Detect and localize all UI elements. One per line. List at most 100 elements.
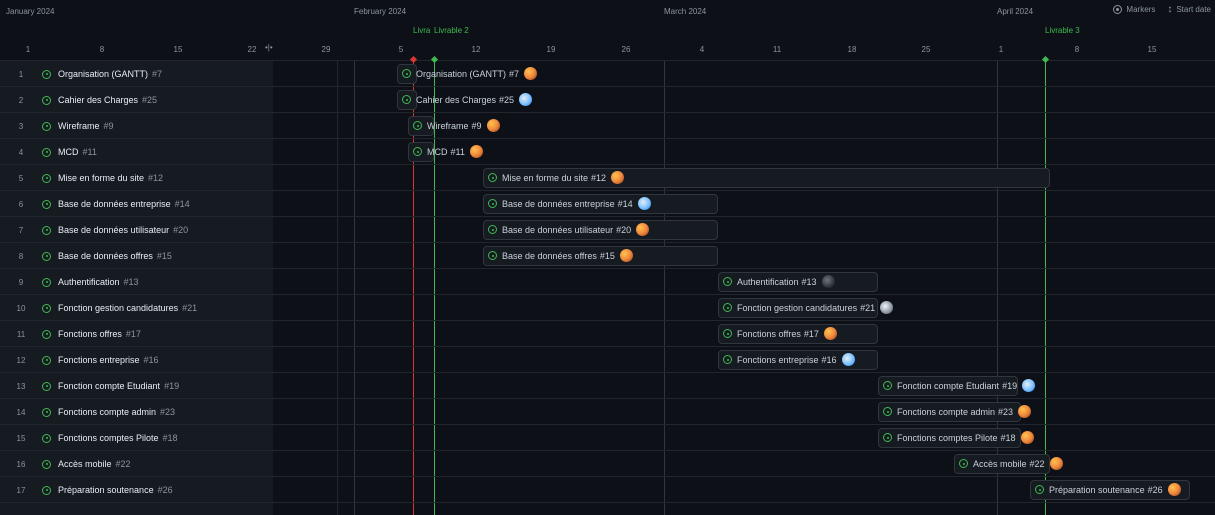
bar-issue-number: #23	[998, 406, 1014, 417]
avatar[interactable]	[1020, 431, 1034, 444]
table-row[interactable]: 13 Fonction compte Etudiant #19 Fonction…	[0, 373, 1215, 399]
table-row[interactable]: 11 Fonctions offres #17 Fonctions offres…	[0, 321, 1215, 347]
open-issue-icon	[42, 407, 51, 417]
gantt-bar-label[interactable]: Fonction gestion candidatures #21	[723, 301, 894, 314]
gantt-bar-label[interactable]: Organisation (GANTT) #7	[402, 67, 538, 80]
task-list-item[interactable]: 14 Fonctions compte admin #23	[0, 399, 273, 425]
table-row[interactable]: 14 Fonctions compte admin #23 Fonctions …	[0, 399, 1215, 425]
avatar[interactable]	[841, 353, 855, 366]
avatar[interactable]	[519, 93, 533, 106]
gantt-bar-label[interactable]: Fonctions offres #17	[723, 327, 837, 340]
gantt-bar-label[interactable]: Cahier des Charges #25	[402, 93, 533, 106]
gantt-bar-label[interactable]: Wireframe #9	[413, 119, 500, 132]
task-title[interactable]: Fonction gestion candidatures	[58, 303, 178, 313]
marker-label-livrable-1[interactable]: Livra	[413, 26, 433, 35]
task-list-item[interactable]: 7 Base de données utilisateur #20	[0, 217, 273, 243]
bar-task-title: Base de données entreprise	[502, 198, 615, 209]
gantt-bar-label[interactable]: Authentification #13	[723, 275, 835, 288]
table-row[interactable]: 17 Préparation soutenance #26 Préparatio…	[0, 477, 1215, 503]
gantt-bar-label[interactable]: Fonctions compte admin #23	[883, 405, 1032, 418]
task-title[interactable]: Base de données offres	[58, 251, 153, 261]
task-list-item[interactable]: 8 Base de données offres #15	[0, 243, 273, 269]
gantt-bar-label[interactable]: Base de données offres #15	[488, 249, 633, 262]
task-list-item[interactable]: 17 Préparation soutenance #26	[0, 477, 273, 503]
marker-label-livrable-2[interactable]: Livrable 2	[434, 26, 469, 35]
avatar[interactable]	[823, 327, 837, 340]
avatar[interactable]	[1167, 483, 1181, 496]
gantt-bar-label[interactable]: Base de données entreprise #14	[488, 197, 651, 210]
task-list-item[interactable]: 3 Wireframe #9	[0, 113, 273, 139]
task-list-item[interactable]: 15 Fonctions comptes Pilote #18	[0, 425, 273, 451]
task-title[interactable]: Accès mobile	[58, 459, 112, 469]
task-title[interactable]: Authentification	[58, 277, 120, 287]
table-row[interactable]: 15 Fonctions comptes Pilote #18 Fonction…	[0, 425, 1215, 451]
avatar[interactable]	[1049, 457, 1063, 470]
markers-label: Markers	[1126, 5, 1156, 14]
row-number: 4	[18, 147, 24, 157]
table-row[interactable]: 4 MCD #11 MCD #11	[0, 139, 1215, 165]
task-list-item[interactable]: 5 Mise en forme du site #12	[0, 165, 273, 191]
gantt-bar-label[interactable]: Accès mobile #22	[959, 457, 1063, 470]
task-title[interactable]: Mise en forme du site	[58, 173, 144, 183]
table-row[interactable]: 10 Fonction gestion candidatures #21 Fon…	[0, 295, 1215, 321]
task-list-item[interactable]: 6 Base de données entreprise #14	[0, 191, 273, 217]
task-title[interactable]: Fonctions offres	[58, 329, 122, 339]
avatar[interactable]	[469, 145, 483, 158]
avatar[interactable]	[486, 119, 500, 132]
table-row[interactable]: 2 Cahier des Charges #25 Cahier des Char…	[0, 87, 1215, 113]
task-list-item[interactable]: 10 Fonction gestion candidatures #21	[0, 295, 273, 321]
task-list-item[interactable]: 9 Authentification #13	[0, 269, 273, 295]
table-row[interactable]: 6 Base de données entreprise #14 Base de…	[0, 191, 1215, 217]
task-title[interactable]: Base de données utilisateur	[58, 225, 169, 235]
gantt-bar-label[interactable]: Préparation soutenance #26	[1035, 483, 1181, 496]
table-row[interactable]: 1 Organisation (GANTT) #7 Organisation (…	[0, 61, 1215, 87]
table-row[interactable]: 7 Base de données utilisateur #20 Base d…	[0, 217, 1215, 243]
avatar[interactable]	[619, 249, 633, 262]
bar-issue-number: #17	[803, 328, 819, 339]
table-row[interactable]: 16 Accès mobile #22 Accès mobile #22	[0, 451, 1215, 477]
avatar[interactable]	[1022, 379, 1036, 392]
table-row[interactable]: 5 Mise en forme du site #12 Mise en form…	[0, 165, 1215, 191]
gantt-bar-label[interactable]: Fonction compte Etudiant #19	[883, 379, 1036, 392]
issue-number: #11	[82, 147, 97, 157]
task-title[interactable]: Fonctions entreprise	[58, 355, 140, 365]
table-row[interactable]: 8 Base de données offres #15 Base de don…	[0, 243, 1215, 269]
table-row[interactable]: 12 Fonctions entreprise #16 Fonctions en…	[0, 347, 1215, 373]
table-row[interactable]: 9 Authentification #13 Authentification …	[0, 269, 1215, 295]
task-list-item[interactable]: 2 Cahier des Charges #25	[0, 87, 273, 113]
gantt-bar-label[interactable]: Fonctions comptes Pilote #18	[883, 431, 1034, 444]
avatar[interactable]	[821, 275, 835, 288]
task-list-item[interactable]: 16 Accès mobile #22	[0, 451, 273, 477]
task-list-item[interactable]: 1 Organisation (GANTT) #7	[0, 61, 273, 87]
gantt-bar-label[interactable]: Base de données utilisateur #20	[488, 223, 650, 236]
avatar[interactable]	[611, 171, 625, 184]
task-title[interactable]: Fonctions compte admin	[58, 407, 156, 417]
task-title[interactable]: Organisation (GANTT)	[58, 69, 148, 79]
task-title[interactable]: Préparation soutenance	[58, 485, 154, 495]
task-title[interactable]: Base de données entreprise	[58, 199, 171, 209]
task-title[interactable]: Wireframe	[58, 121, 100, 131]
gantt-bar-label[interactable]: Fonctions entreprise #16	[723, 353, 855, 366]
task-title[interactable]: Fonction compte Etudiant	[58, 381, 160, 391]
gantt-bar-label[interactable]: MCD #11	[413, 145, 483, 158]
avatar[interactable]	[637, 197, 651, 210]
avatar[interactable]	[524, 67, 538, 80]
markers-button[interactable]: Markers	[1113, 5, 1155, 14]
table-row[interactable]: 3 Wireframe #9 Wireframe #9	[0, 113, 1215, 139]
task-list-item[interactable]: 12 Fonctions entreprise #16	[0, 347, 273, 373]
task-title[interactable]: Cahier des Charges	[58, 95, 138, 105]
task-title[interactable]: Fonctions comptes Pilote	[58, 433, 159, 443]
gantt-bar-label[interactable]: Mise en forme du site #12	[488, 171, 625, 184]
marker-label-livrable-3[interactable]: Livrable 3	[1045, 26, 1080, 35]
panel-resize-handle[interactable]: •|•	[265, 43, 273, 52]
open-issue-icon	[42, 459, 51, 469]
avatar[interactable]	[880, 301, 894, 314]
task-list-item[interactable]: 4 MCD #11	[0, 139, 273, 165]
start-date-button[interactable]: ↕ Start date	[1167, 4, 1211, 15]
bar-task-title: Fonctions comptes Pilote	[897, 432, 998, 443]
task-list-item[interactable]: 11 Fonctions offres #17	[0, 321, 273, 347]
avatar[interactable]	[1018, 405, 1032, 418]
task-list-item[interactable]: 13 Fonction compte Etudiant #19	[0, 373, 273, 399]
task-title[interactable]: MCD	[58, 147, 79, 157]
avatar[interactable]	[636, 223, 650, 236]
